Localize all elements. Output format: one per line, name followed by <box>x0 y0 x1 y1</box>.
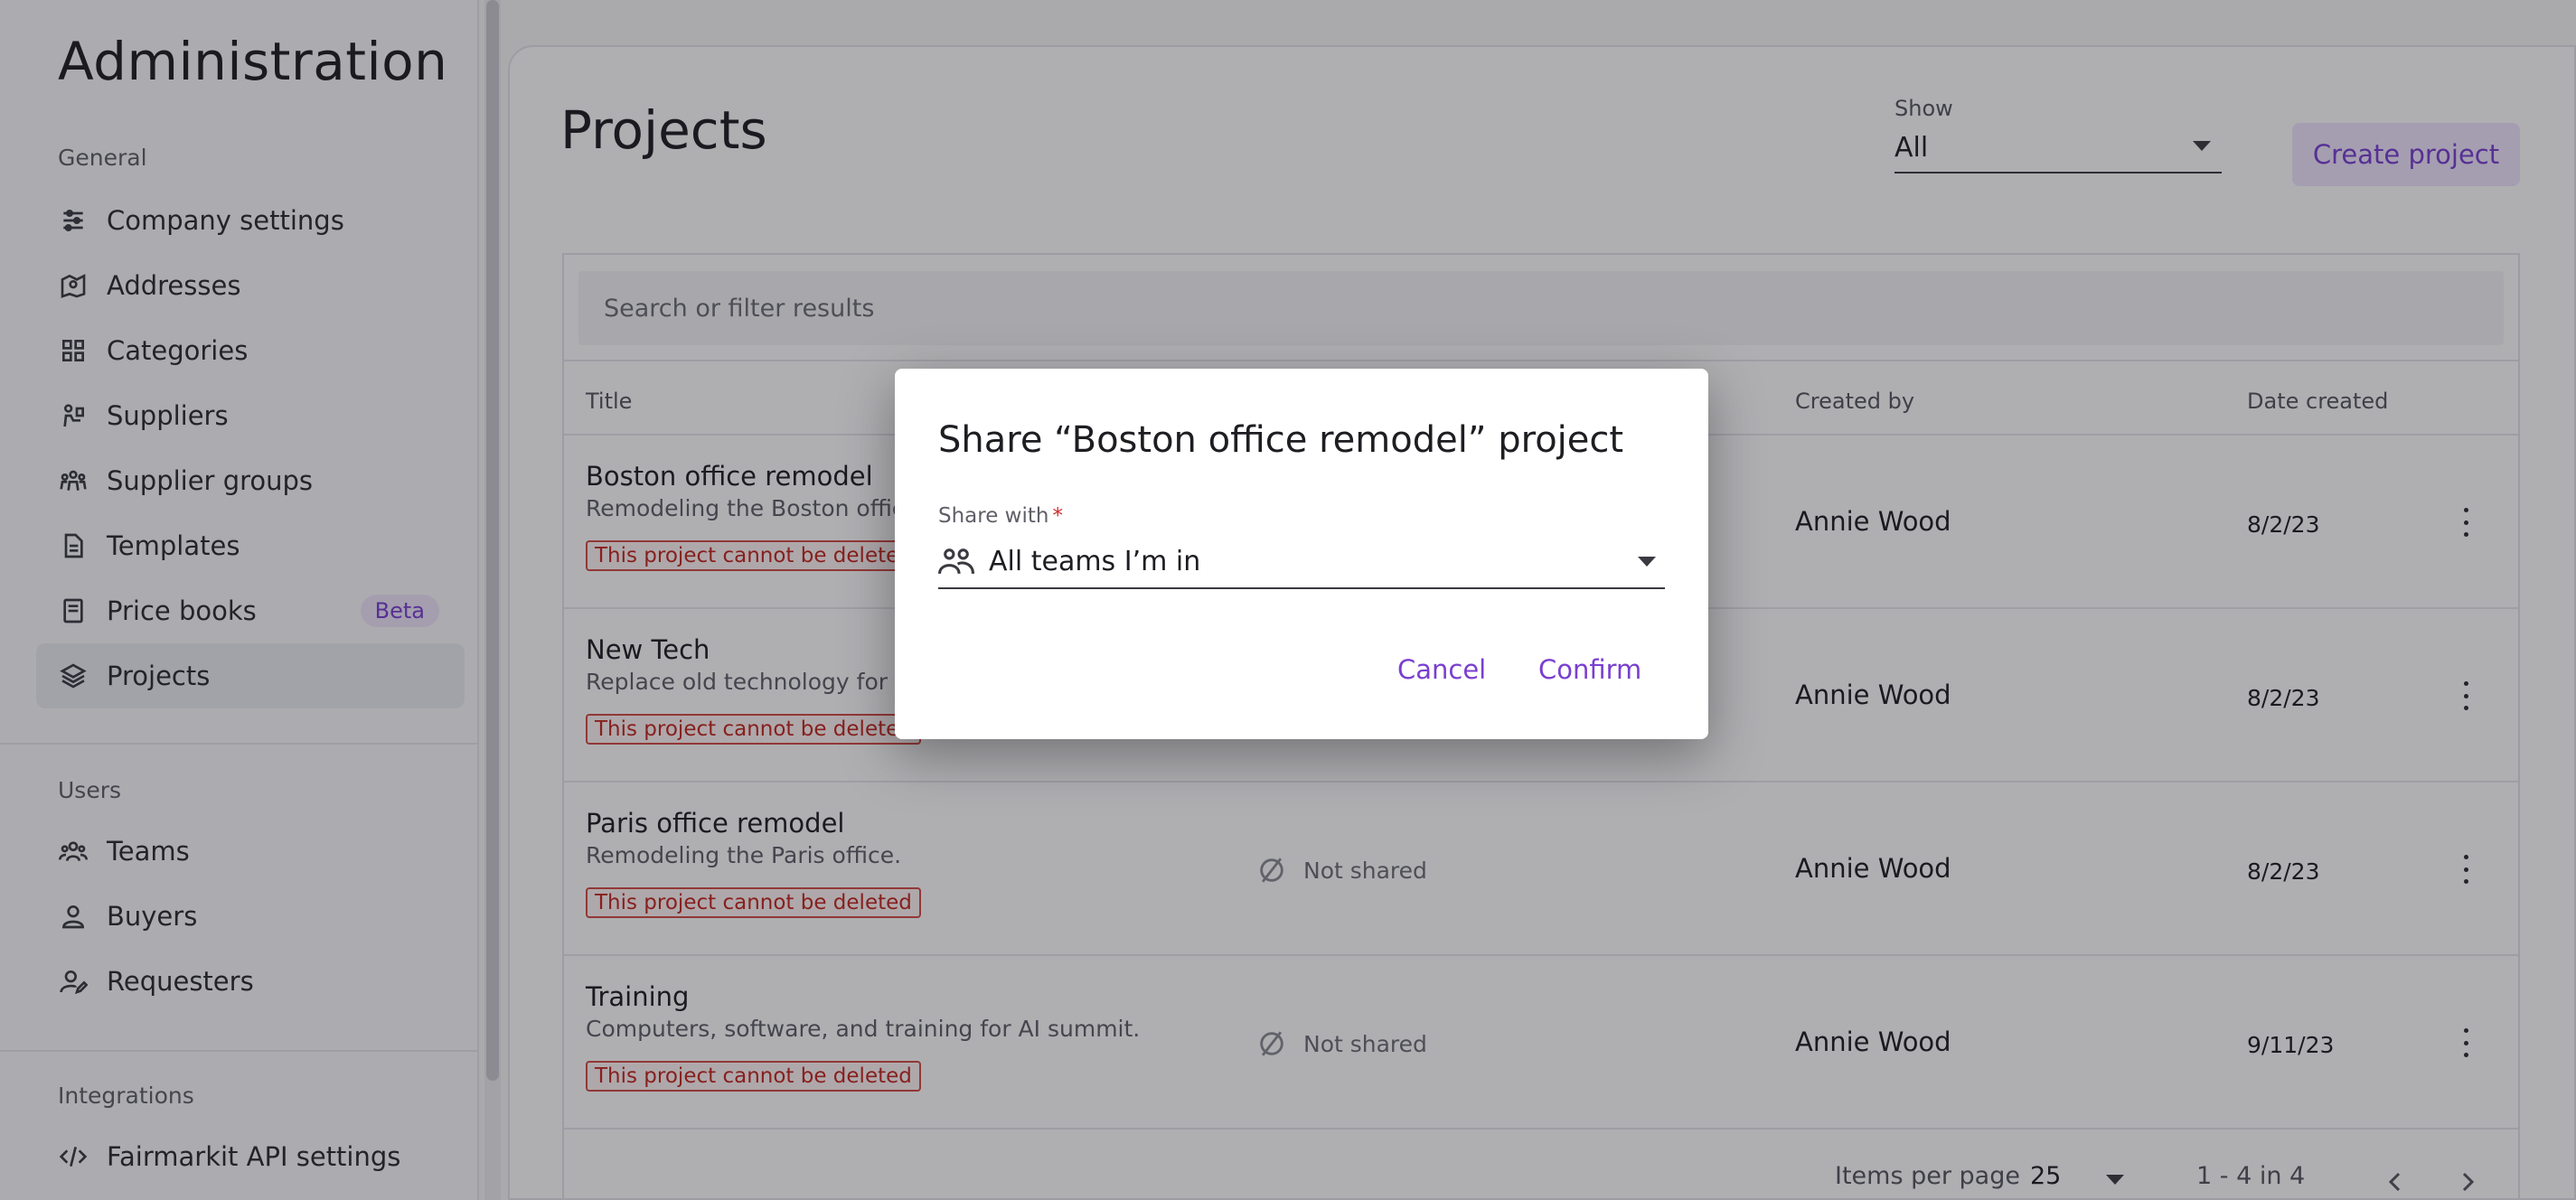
dialog-title: Share “Boston office remodel” project <box>938 419 1624 461</box>
team-icon <box>938 548 974 575</box>
cancel-button[interactable]: Cancel <box>1397 654 1486 685</box>
share-with-value: All teams I’m in <box>989 545 1201 577</box>
required-mark: * <box>1052 504 1063 528</box>
share-with-label-text: Share with <box>938 504 1049 528</box>
chevron-down-icon <box>1638 557 1656 567</box>
share-with-label: Share with * <box>938 504 1063 528</box>
confirm-button[interactable]: Confirm <box>1538 654 1641 685</box>
share-project-dialog: Share “Boston office remodel” project Sh… <box>895 369 1708 739</box>
share-with-select[interactable]: All teams I’m in <box>938 535 1665 589</box>
